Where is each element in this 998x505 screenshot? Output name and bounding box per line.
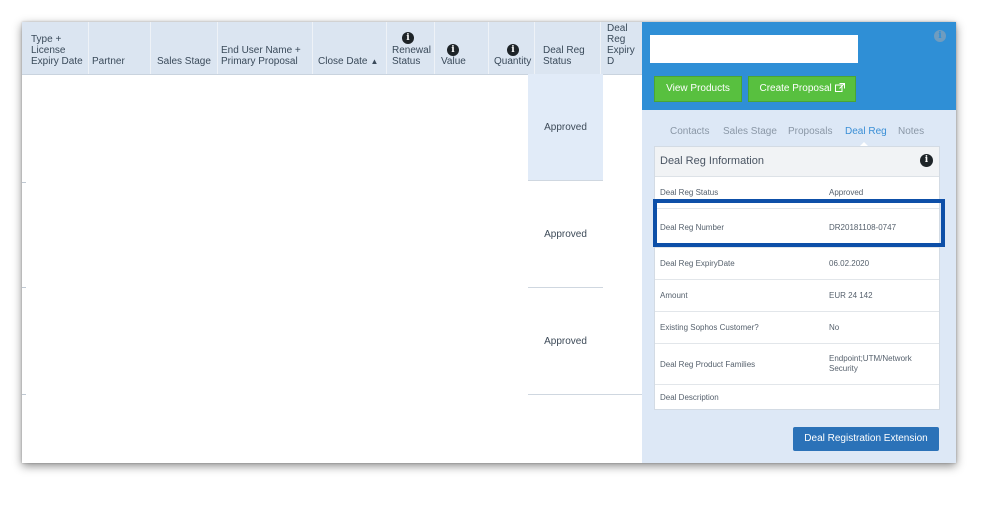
field-label: Existing Sophos Customer? bbox=[660, 323, 759, 332]
column-divider bbox=[217, 22, 218, 74]
header-renewal-status-label: Status bbox=[392, 56, 421, 67]
field-label: Amount bbox=[660, 291, 688, 300]
field-row: Deal Reg Product Families Endpoint;UTM/N… bbox=[655, 344, 939, 385]
create-proposal-button[interactable]: Create Proposal bbox=[748, 76, 856, 102]
header-type: Type + bbox=[31, 34, 62, 45]
header-sales-stage[interactable]: Sales Stage bbox=[157, 56, 211, 67]
column-divider bbox=[312, 22, 313, 74]
tab-proposals[interactable]: Proposals bbox=[788, 126, 832, 137]
tab-deal-reg[interactable]: Deal Reg bbox=[845, 126, 887, 137]
info-icon[interactable]: i bbox=[934, 30, 946, 42]
field-row: Amount EUR 24 142 bbox=[655, 280, 939, 312]
field-label: Deal Reg Status bbox=[660, 188, 719, 197]
field-label: Deal Reg ExpiryDate bbox=[660, 259, 735, 268]
field-label: Deal Description bbox=[660, 393, 719, 402]
header-license: License bbox=[31, 45, 66, 56]
header-deal-reg-status-label: Status bbox=[543, 56, 572, 67]
deal-reg-status-cell[interactable]: Approved bbox=[528, 336, 603, 347]
info-icon[interactable]: i bbox=[402, 32, 414, 44]
field-value: Endpoint;UTM/Network Security bbox=[829, 354, 912, 373]
window-frame: Type + License Expiry Date Partner Sales… bbox=[22, 22, 956, 463]
tab-contacts[interactable]: Contacts bbox=[670, 126, 709, 137]
header-deal-reg: Deal Reg bbox=[543, 45, 585, 56]
field-value: Approved bbox=[829, 188, 864, 197]
header-end-user-name: End User Name + bbox=[221, 45, 301, 56]
info-icon[interactable]: i bbox=[507, 44, 519, 56]
header-primary-proposal: Primary Proposal bbox=[221, 56, 298, 67]
tab-sales-stage[interactable]: Sales Stage bbox=[723, 126, 777, 137]
header-close-date-label: Close Date bbox=[318, 56, 368, 67]
table-header: Type + License Expiry Date Partner Sales… bbox=[22, 22, 642, 75]
row-divider bbox=[528, 180, 603, 181]
row-divider bbox=[528, 287, 603, 288]
header-close-date[interactable]: Close Date ▲ bbox=[318, 56, 378, 67]
view-products-button[interactable]: View Products bbox=[654, 76, 742, 102]
field-value: 06.02.2020 bbox=[829, 259, 870, 268]
row-divider bbox=[22, 394, 26, 395]
redacted-title bbox=[650, 35, 858, 63]
tab-notes[interactable]: Notes bbox=[898, 126, 924, 137]
info-icon[interactable]: i bbox=[920, 154, 933, 167]
sort-ascending-icon[interactable]: ▲ bbox=[370, 57, 378, 66]
column-divider bbox=[434, 22, 435, 74]
header-end-user[interactable]: End User Name + Primary Proposal bbox=[221, 45, 301, 67]
row-divider bbox=[528, 394, 642, 395]
external-link-icon bbox=[834, 83, 845, 92]
panel-tabs: Contacts Sales Stage Proposals Deal Reg … bbox=[642, 122, 956, 147]
field-label: Deal Reg Product Families bbox=[660, 360, 756, 369]
column-divider bbox=[488, 22, 489, 74]
column-divider bbox=[386, 22, 387, 74]
field-value: EUR 24 142 bbox=[829, 291, 873, 300]
header-value[interactable]: Value bbox=[441, 56, 466, 67]
header-type-license-expiry[interactable]: Type + License Expiry Date bbox=[31, 34, 83, 67]
column-divider bbox=[600, 22, 601, 74]
header-deal-reg-expiry-2: Expiry D bbox=[607, 45, 635, 67]
header-deal-reg-status[interactable]: Deal Reg Status bbox=[543, 45, 585, 67]
create-proposal-label: Create Proposal bbox=[759, 83, 832, 94]
header-deal-reg-expiry-1: Deal Reg bbox=[607, 23, 628, 45]
header-expiry: Expiry Date bbox=[31, 56, 83, 67]
row-divider bbox=[22, 182, 26, 183]
header-deal-reg-expiry[interactable]: Deal Reg Expiry D bbox=[607, 23, 642, 67]
info-icon[interactable]: i bbox=[447, 44, 459, 56]
row-divider bbox=[22, 287, 26, 288]
deal-reg-status-cell[interactable]: Approved bbox=[528, 229, 603, 240]
panel-header: i View Products Create Proposal bbox=[642, 22, 956, 110]
card-header: Deal Reg Information i bbox=[655, 147, 939, 177]
deal-reg-number-highlight bbox=[653, 199, 945, 247]
column-divider bbox=[534, 22, 535, 74]
section-title: Deal Reg Information bbox=[660, 155, 764, 167]
column-divider bbox=[88, 22, 89, 74]
header-quantity[interactable]: Quantity bbox=[494, 56, 531, 67]
deal-registration-extension-button[interactable]: Deal Registration Extension bbox=[793, 427, 939, 451]
field-value: No bbox=[829, 323, 840, 332]
field-row: Deal Reg ExpiryDate 06.02.2020 bbox=[655, 248, 939, 280]
field-row: Deal Description bbox=[655, 385, 939, 408]
field-row: Existing Sophos Customer? No bbox=[655, 312, 939, 344]
header-partner[interactable]: Partner bbox=[92, 56, 125, 67]
deal-reg-info-card: Deal Reg Information i Deal Reg Status A… bbox=[654, 146, 940, 410]
header-renewal-status[interactable]: Renewal Status bbox=[392, 45, 431, 67]
column-divider bbox=[150, 22, 151, 74]
deal-reg-status-cell[interactable]: Approved bbox=[528, 122, 603, 133]
header-renewal: Renewal bbox=[392, 45, 431, 56]
